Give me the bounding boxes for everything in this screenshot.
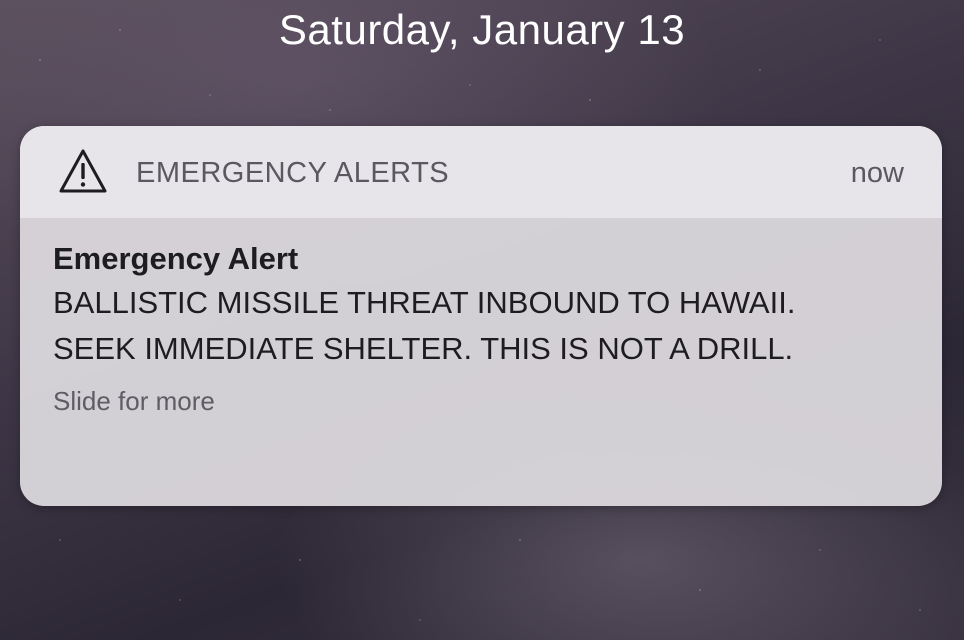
notification-header: EMERGENCY ALERTS now	[20, 126, 942, 218]
notification-message: BALLISTIC MISSILE THREAT INBOUND TO HAWA…	[53, 285, 796, 366]
notification-body: Emergency Alert BALLISTIC MISSILE THREAT…	[20, 218, 942, 417]
notification-time: now	[850, 157, 904, 189]
notification-app-name: EMERGENCY ALERTS	[136, 157, 450, 189]
warning-triangle-icon	[59, 149, 107, 193]
slide-for-more-hint[interactable]: Slide for more	[53, 386, 908, 417]
notification-title: Emergency Alert	[53, 241, 299, 276]
lockscreen-date: Saturday, January 13	[278, 6, 686, 53]
emergency-alert-notification[interactable]: EMERGENCY ALERTS now Emergency Alert BAL…	[20, 126, 942, 506]
